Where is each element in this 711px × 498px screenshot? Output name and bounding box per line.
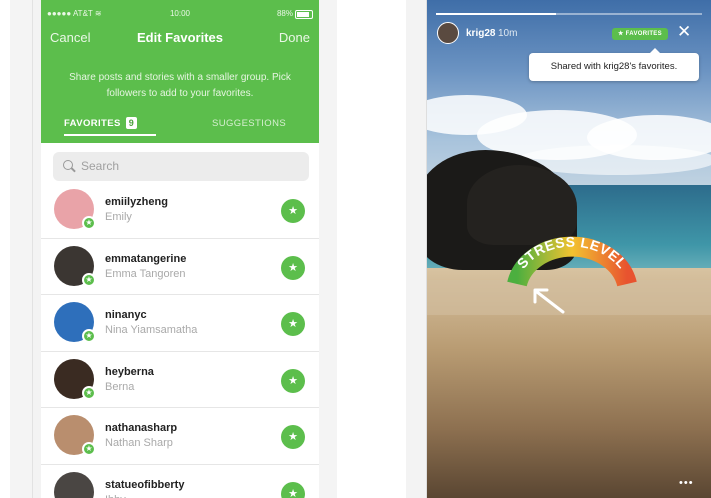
search-input[interactable]: Search	[53, 152, 309, 181]
full-name: Ibby	[105, 494, 126, 498]
sticker-arrow-icon	[533, 288, 565, 314]
favorites-audience-badge[interactable]: ★ FAVORITES	[612, 28, 668, 40]
username: emmatangerine	[105, 252, 187, 265]
close-icon[interactable]: ✕	[677, 22, 691, 42]
favorite-star-icon: ★	[82, 272, 96, 287]
favorite-toggle-button[interactable]: ★	[281, 368, 305, 393]
page-title: Edit Favorites	[137, 30, 223, 45]
favorite-star-icon: ★	[82, 216, 96, 230]
favorite-star-icon: ★	[82, 385, 96, 400]
full-name: Emily	[105, 211, 132, 223]
favorite-toggle-button[interactable]: ★	[281, 199, 305, 223]
story-progress-fill	[436, 13, 556, 15]
tab-suggestions[interactable]: SUGGESTIONS	[212, 118, 286, 129]
full-name: Emma Tangoren	[105, 267, 186, 280]
active-tab-indicator	[64, 134, 156, 136]
favorite-toggle-button[interactable]: ★	[281, 255, 305, 280]
avatar[interactable]	[54, 471, 94, 498]
username: ninanyc	[105, 309, 147, 321]
story-screen: krig28 10m ★ FAVORITES ✕ Shared with kri…	[427, 0, 711, 498]
favorite-star-icon: ★	[82, 329, 96, 343]
list-item[interactable]: ★ heyberna Berna ★	[41, 352, 319, 408]
search-icon	[63, 160, 73, 170]
nav-bar: Cancel Edit Favorites Done	[41, 30, 319, 50]
list-item[interactable]: ★ emiilyzheng Emily ★	[41, 182, 319, 239]
list-item[interactable]: ★ nathanasharp Nathan Sharp ★	[41, 408, 319, 465]
username: statueofibberty	[105, 478, 185, 491]
favorites-list: ★ emiilyzheng Emily ★ ★ emmatangerine Emma Tan…	[41, 182, 319, 498]
phone-frame-left	[406, 0, 427, 498]
full-name: Berna	[105, 380, 135, 393]
story-progress-bar	[436, 13, 702, 15]
list-item[interactable]: ★statueofibbertyIbby★	[41, 465, 319, 498]
story-timestamp: 10m	[498, 28, 518, 39]
phone-frame-left	[10, 0, 33, 498]
list-item[interactable]: ★ emmatangerine Emma Tangoren ★	[41, 239, 319, 295]
battery-percent: 88%	[276, 9, 293, 18]
right-phone: krig28 10m ★ FAVORITES ✕ Shared with kri…	[406, 0, 711, 498]
favorites-tabs: FAVORITES 9 SUGGESTIONS	[41, 115, 319, 137]
left-phone: ●●●●● AT&T ≋ 10:00 88% Cancel Edit Favor…	[10, 0, 337, 498]
edit-favorites-screen: ●●●●● AT&T ≋ 10:00 88% Cancel Edit Favor…	[41, 0, 319, 498]
done-button[interactable]: Done	[279, 30, 310, 45]
username: emiilyzheng	[105, 196, 168, 208]
favorite-toggle-button[interactable]: ★	[281, 312, 305, 336]
list-item[interactable]: ★ ninanyc Nina Yiamsamatha ★	[41, 295, 319, 352]
favorite-toggle-button[interactable]: ★	[281, 425, 305, 449]
favorites-count-badge: 9	[125, 117, 138, 129]
more-options-icon[interactable]: •••	[679, 477, 694, 489]
favorite-toggle-button[interactable]: ★	[281, 481, 305, 498]
tab-favorites-label: FAVORITES	[64, 118, 121, 129]
username: nathanasharp	[105, 422, 178, 434]
favorites-description: Share posts and stories with a smaller g…	[69, 72, 291, 99]
favorites-header: ●●●●● AT&T ≋ 10:00 88% Cancel Edit Favor…	[41, 0, 319, 143]
full-name: Nathan Sharp	[105, 437, 173, 449]
stress-level-sticker[interactable]: STRESS LEVEL	[499, 232, 639, 322]
shared-tooltip: Shared with krig28's favorites.	[529, 48, 699, 81]
search-placeholder: Search	[81, 159, 120, 173]
full-name: Nina Yiamsamatha	[105, 324, 198, 336]
story-avatar[interactable]	[437, 22, 459, 44]
battery-icon	[295, 10, 313, 19]
favorite-star-icon: ★	[82, 442, 96, 456]
story-username[interactable]: krig28	[466, 28, 495, 39]
tab-favorites[interactable]: FAVORITES 9	[64, 117, 138, 129]
username: heyberna	[105, 365, 154, 378]
status-bar: ●●●●● AT&T ≋ 10:00 88%	[41, 9, 319, 23]
